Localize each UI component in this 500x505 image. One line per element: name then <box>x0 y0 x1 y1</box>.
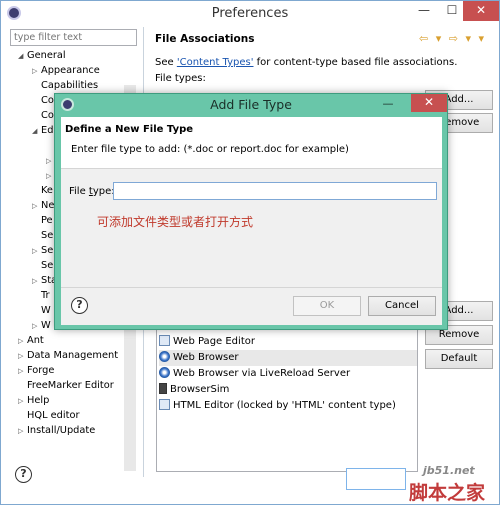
tree-item[interactable]: Se <box>32 230 53 241</box>
preferences-window: Preferences — ☐ ✕ ◢General ▷Appearance C… <box>0 0 500 505</box>
watermark: jb51.net 脚本之家 <box>401 462 499 504</box>
tree-item-data-management[interactable]: ▷ Data Management <box>18 350 118 361</box>
tree-item[interactable]: Pe <box>32 215 53 226</box>
help-icon[interactable]: ? <box>15 466 32 483</box>
tree-item-install-update[interactable]: ▷ Install/Update <box>18 425 95 436</box>
file-types-label: File types: <box>155 73 206 84</box>
maximize-button[interactable]: ☐ <box>439 1 465 21</box>
dialog-description: Enter file type to add: (*.doc or report… <box>71 144 349 155</box>
dialog-heading: Define a New File Type <box>65 124 194 135</box>
tree-item-editors[interactable]: ◢ Ed <box>32 125 53 136</box>
file-type-input[interactable] <box>113 182 437 200</box>
tree-item-freemarker-editor[interactable]: FreeMarker Editor <box>18 380 114 391</box>
tree-item-forge[interactable]: ▷ Forge <box>18 365 54 376</box>
tree-item[interactable]: Tr <box>32 290 50 301</box>
tree-item-help[interactable]: ▷ Help <box>18 395 49 406</box>
filter-input[interactable] <box>10 29 137 46</box>
list-item[interactable]: Web Browser <box>159 350 417 366</box>
expanded-arrow-icon[interactable]: ◢ <box>32 127 41 135</box>
content-types-link[interactable]: 'Content Types' <box>177 57 254 68</box>
globe-icon <box>159 367 170 378</box>
tree-item-general[interactable]: ◢ General <box>18 50 66 61</box>
collapsed-arrow-icon[interactable]: ▷ <box>32 202 41 210</box>
tree-item[interactable]: ▷ Ne <box>32 200 54 211</box>
tree-item[interactable]: Ke <box>32 185 53 196</box>
list-item[interactable]: Web Browser via LiveReload Server <box>159 366 417 382</box>
close-button[interactable]: ✕ <box>463 1 499 21</box>
add-file-type-dialog: Add File Type — ✕ Define a New File Type… <box>54 93 448 330</box>
title-bar: Preferences — ☐ ✕ <box>1 1 499 27</box>
dialog-minimize-button[interactable]: — <box>378 97 398 110</box>
globe-icon <box>159 351 170 362</box>
tree-item[interactable]: Se <box>32 260 53 271</box>
list-item[interactable]: BrowserSim <box>159 382 417 398</box>
cancel-button[interactable]: Cancel <box>368 296 436 316</box>
expanded-arrow-icon[interactable]: ◢ <box>18 52 27 60</box>
watermark-url: jb51.net <box>423 464 475 477</box>
web-page-icon <box>159 335 170 346</box>
history-nav-arrows-icon[interactable]: ⇦ ▾ ⇨ ▾ ▾ <box>419 32 486 45</box>
divider <box>61 287 442 288</box>
collapsed-arrow-icon[interactable]: ▷ <box>18 352 27 360</box>
tree-item-hql-editor[interactable]: HQL editor <box>18 410 79 421</box>
phone-icon <box>159 383 167 394</box>
default-editor-button[interactable]: Default <box>425 349 493 369</box>
minimize-button[interactable]: — <box>411 1 437 21</box>
watermark-logo-text: 脚本之家 <box>409 482 486 504</box>
collapsed-arrow-icon[interactable]: ▷ <box>18 367 27 375</box>
file-type-label: File type: <box>69 186 115 197</box>
collapsed-arrow-icon[interactable]: ▷ <box>18 427 27 435</box>
dialog-content: Define a New File Type Enter file type t… <box>61 117 442 325</box>
tree-item-ant[interactable]: ▷ Ant <box>18 335 44 346</box>
tree-item-capabilities[interactable]: Capabilities <box>32 80 98 91</box>
list-item[interactable]: Web Page Editor <box>159 334 417 350</box>
collapsed-arrow-icon[interactable]: ▷ <box>18 397 27 405</box>
tree-item[interactable]: ▷ W <box>32 320 51 331</box>
tree-item[interactable]: W <box>32 305 51 316</box>
collapsed-arrow-icon[interactable]: ▷ <box>32 322 41 330</box>
content-types-hint: See 'Content Types' for content-type bas… <box>155 57 458 68</box>
annotation-text: 可添加文件类型或者打开方式 <box>97 215 254 229</box>
restore-defaults-button[interactable] <box>346 468 406 490</box>
collapsed-arrow-icon[interactable]: ▷ <box>32 247 41 255</box>
associated-editors-list[interactable]: Web Page Editor Web Browser Web Browser … <box>156 329 418 472</box>
tree-item-appearance[interactable]: ▷ Appearance <box>32 65 100 76</box>
help-icon[interactable]: ? <box>71 297 88 314</box>
tree-item[interactable]: ▷ Se <box>32 245 53 256</box>
dialog-header: Define a New File Type Enter file type t… <box>61 117 442 169</box>
list-item[interactable]: HTML Editor (locked by 'HTML' content ty… <box>159 398 417 414</box>
page-title: File Associations <box>155 33 255 45</box>
tree-item[interactable]: Co <box>32 95 54 106</box>
ok-button[interactable]: OK <box>293 296 361 316</box>
collapsed-arrow-icon[interactable]: ▷ <box>18 337 27 345</box>
collapsed-arrow-icon[interactable]: ▷ <box>32 277 41 285</box>
html-file-icon <box>159 399 170 410</box>
collapsed-arrow-icon[interactable]: ▷ <box>32 67 41 75</box>
dialog-close-button[interactable]: ✕ <box>411 94 447 112</box>
tree-item[interactable]: Co <box>32 110 54 121</box>
